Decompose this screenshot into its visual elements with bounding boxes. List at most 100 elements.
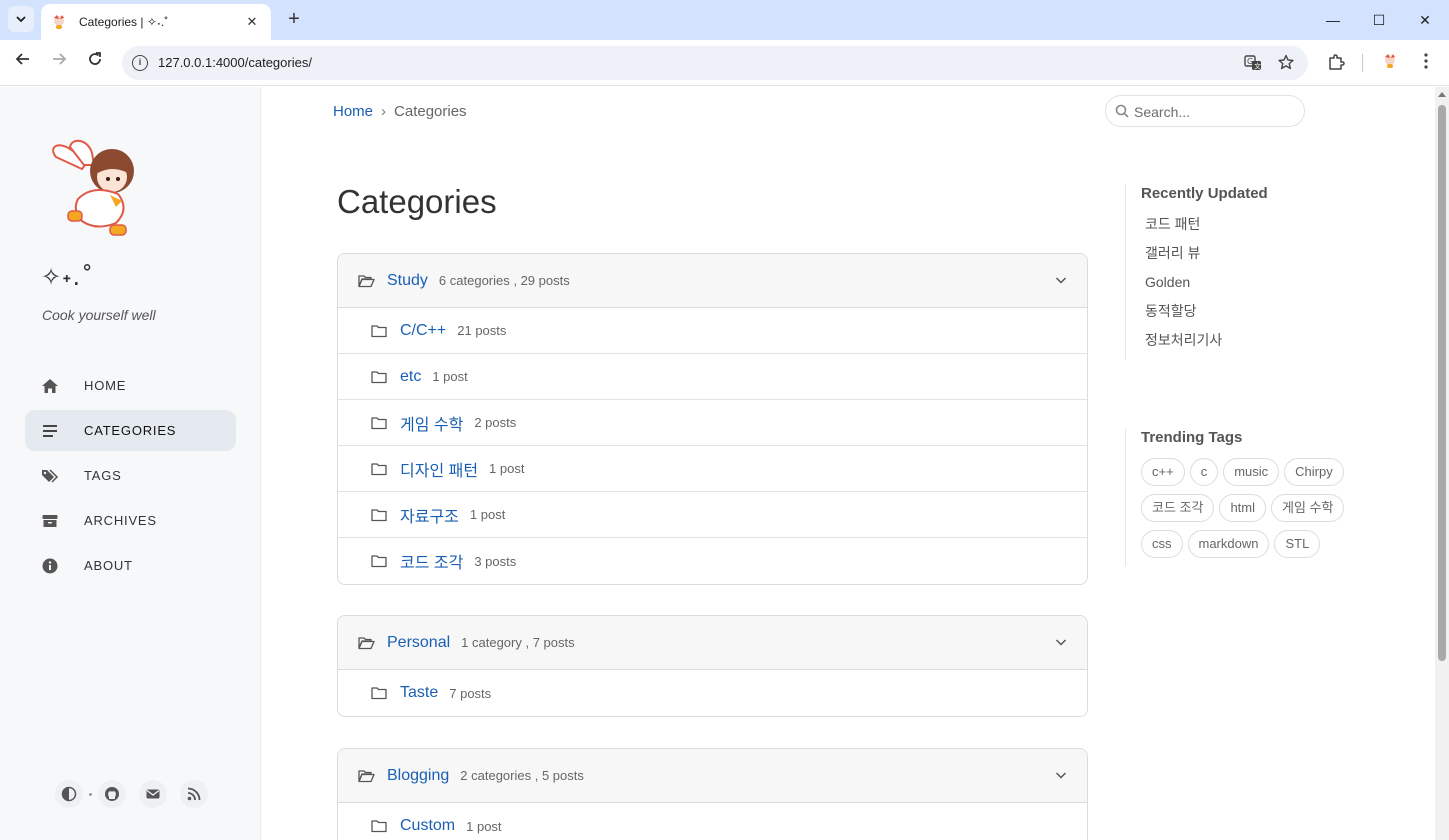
tag-pill[interactable]: html [1219,494,1267,522]
category-name[interactable]: Blogging [387,767,449,785]
chevron-down-icon[interactable] [1055,769,1067,781]
subcategory-name[interactable]: 코드 조각 [400,549,463,573]
subcategory-count: 21 posts [457,323,507,338]
tag-pill[interactable]: css [1141,530,1183,558]
sidebar-item-categories[interactable]: CATEGORIES [25,410,236,451]
search-icon [1115,104,1129,118]
category-header[interactable]: Personal 1 category , 7 posts [338,616,1087,670]
translate-icon[interactable]: G文 [1244,54,1262,72]
browser-toolbar: i 127.0.0.1:4000/categories/ G文 [0,40,1449,86]
subcategory-row[interactable]: Custom 1 post [338,803,1087,840]
recent-post-link[interactable]: 갤러리 뷰 [1141,243,1268,272]
tag-pill[interactable]: 코드 조각 [1141,494,1215,522]
recent-post-link[interactable]: 정보처리기사 [1141,330,1268,359]
subcategory-name[interactable]: 자료구조 [400,503,459,527]
folder-icon [371,462,387,476]
subcategory-name[interactable]: C/C++ [400,322,446,340]
scrollbar-thumb[interactable] [1438,105,1446,661]
chevron-down-icon[interactable] [1055,636,1067,648]
tag-pill[interactable]: Chirpy [1284,458,1344,486]
page-title: Categories [337,183,497,220]
email-link[interactable] [139,780,167,808]
tag-pill[interactable]: c++ [1141,458,1185,486]
envelope-icon [146,789,160,799]
tab-close-icon[interactable]: ✕ [243,14,261,30]
site-title[interactable]: ✧˖.˚ [41,263,94,291]
folder-open-icon [358,769,375,783]
scroll-up-arrow-icon[interactable] [1438,92,1446,97]
subcategory-count: 1 post [466,818,502,834]
subcategory-row[interactable]: Taste 7 posts [338,670,1087,716]
rss-icon [187,787,201,801]
tag-pill[interactable]: c [1189,458,1219,486]
new-tab-button[interactable]: + [283,7,305,31]
recent-post-link[interactable]: 동적할당 [1141,301,1268,330]
subcategory-name[interactable]: etc [400,368,421,386]
address-bar[interactable]: i 127.0.0.1:4000/categories/ G文 [122,46,1308,80]
search-input[interactable] [1134,102,1294,122]
tab-search-button[interactable] [8,6,34,32]
forward-button[interactable] [47,51,71,75]
bookmark-star-icon[interactable] [1277,54,1295,72]
subcategory-name[interactable]: 게임 수학 [400,411,463,435]
arrow-right-icon [53,53,67,65]
theme-toggle-button[interactable] [55,780,83,808]
tag-pill[interactable]: 게임 수학 [1271,494,1345,522]
avatar[interactable] [48,139,140,239]
tag-pill[interactable]: music [1223,458,1280,486]
back-button[interactable] [11,51,35,75]
breadcrumb-current: Categories [394,103,467,120]
category-name[interactable]: Personal [387,634,450,652]
sidebar-item-label: CATEGORIES [84,423,177,438]
maximize-button[interactable]: ☐ [1364,8,1394,32]
subcategory-count: 3 posts [474,553,517,569]
recently-updated-panel: Recently Updated 코드 패턴 갤러리 뷰 Golden 동적할당… [1125,185,1268,359]
category-name[interactable]: Study [387,272,428,290]
subcategory-row[interactable]: 디자인 패턴 1 post [338,446,1087,492]
subcategory-name[interactable]: 디자인 패턴 [400,457,478,481]
sidebar-item-about[interactable]: ABOUT [25,545,236,586]
url-text[interactable]: 127.0.0.1:4000/categories/ [158,55,312,70]
category-header[interactable]: Blogging 2 categories , 5 posts [338,749,1087,803]
recent-post-link[interactable]: 코드 패턴 [1141,214,1268,243]
subcategory-row[interactable]: etc 1 post [338,354,1087,400]
subcategory-name[interactable]: Custom [400,817,455,835]
divider-dot [89,792,92,796]
category-summary: 6 categories , 29 posts [438,273,570,288]
page-scrollbar[interactable] [1435,87,1449,840]
rss-link[interactable] [180,780,208,808]
sidebar-item-archives[interactable]: ARCHIVES [25,500,236,541]
minimize-button[interactable]: — [1318,8,1348,32]
subcategory-row[interactable]: C/C++ 21 posts [338,308,1087,354]
sidebar-item-home[interactable]: HOME [25,365,236,406]
subcategory-count: 1 post [469,507,506,522]
browser-tab-active[interactable]: Categories | ✧˖.˚ ✕ [41,4,271,40]
sidebar-item-tags[interactable]: TAGS [25,455,236,496]
tag-pill[interactable]: STL [1274,530,1321,558]
browser-menu-kebab-icon[interactable] [1416,53,1436,73]
close-window-button[interactable]: ✕ [1410,8,1440,32]
tag-pill[interactable]: markdown [1187,530,1270,558]
sidebar-item-label: TAGS [84,468,122,483]
svg-text:文: 文 [1254,62,1261,71]
site-info-icon[interactable]: i [132,55,148,71]
recent-post-link[interactable]: Golden [1141,272,1268,301]
breadcrumb-home-link[interactable]: Home [333,103,373,120]
profile-avatar-icon[interactable] [1380,53,1400,73]
contrast-icon [61,786,77,802]
subcategory-name[interactable]: Taste [400,684,438,702]
subcategory-row[interactable]: 자료구조 1 post [338,492,1087,538]
chevron-down-icon[interactable] [1055,274,1067,286]
subcategory-row[interactable]: 코드 조각 3 posts [338,538,1087,584]
search-box[interactable] [1105,95,1305,127]
trending-tags-title: Trending Tags [1141,429,1243,446]
breadcrumb: Home › Categories [333,103,467,120]
category-header[interactable]: Study 6 categories , 29 posts [338,254,1087,308]
folder-icon [371,508,387,522]
sidebar-item-label: ARCHIVES [84,513,157,528]
extensions-puzzle-icon[interactable] [1326,53,1346,73]
reload-button[interactable] [83,51,107,75]
github-link[interactable] [98,780,126,808]
subcategory-row[interactable]: 게임 수학 2 posts [338,400,1087,446]
tags-icon [41,467,59,485]
